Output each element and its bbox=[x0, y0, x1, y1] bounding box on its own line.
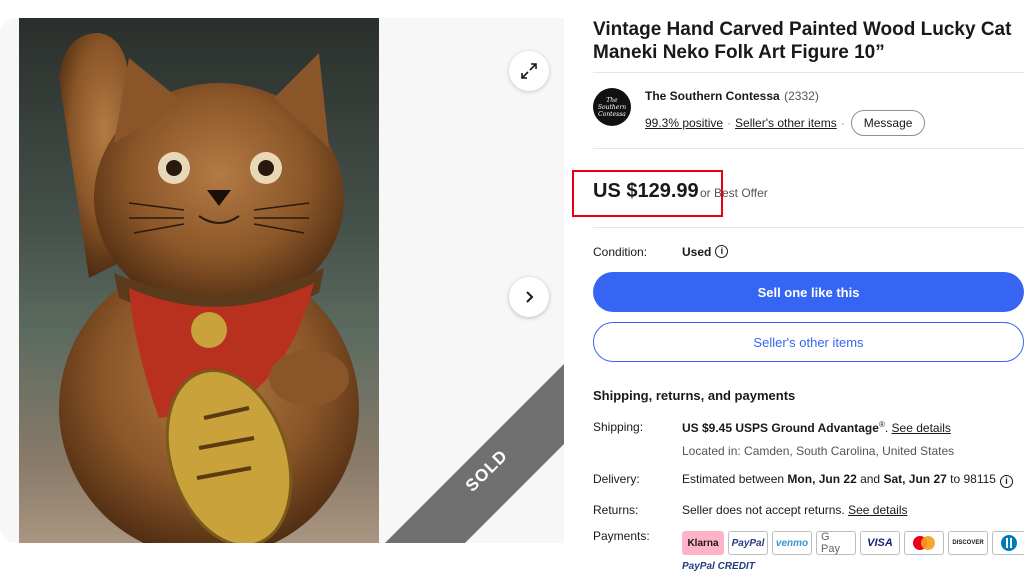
delivery-zip: to 98115 bbox=[946, 472, 996, 486]
payments-row: Payments: Klarna PayPal venmo G Pay VISA… bbox=[593, 529, 1024, 572]
returns-policy: Seller does not accept returns. bbox=[682, 503, 845, 517]
returns-label: Returns: bbox=[593, 503, 639, 517]
venmo-badge: venmo bbox=[772, 531, 812, 555]
delivery-end-date: Sat, Jun 27 bbox=[883, 472, 947, 486]
sold-label: SOLD bbox=[461, 445, 512, 496]
item-location: Located in: Camden, South Carolina, Unit… bbox=[682, 444, 955, 458]
next-image-button[interactable] bbox=[509, 277, 549, 317]
info-icon[interactable]: i bbox=[999, 475, 1013, 488]
google-pay-badge: G Pay bbox=[816, 531, 856, 555]
price-highlight-box bbox=[572, 170, 723, 217]
delivery-row: Delivery: Estimated between Mon, Jun 22 … bbox=[593, 472, 1024, 488]
sell-one-like-this-button[interactable]: Sell one like this bbox=[593, 272, 1024, 312]
condition-label: Condition: bbox=[593, 245, 648, 259]
shipping-row: Shipping: US $9.45 USPS Ground Advantage… bbox=[593, 420, 1024, 458]
lucky-cat-image bbox=[59, 33, 359, 543]
info-icon[interactable]: i bbox=[715, 245, 729, 258]
seller-card: The Southern Contessa The Southern Conte… bbox=[593, 87, 1024, 136]
seller-name[interactable]: The Southern Contessa bbox=[645, 89, 780, 103]
payments-label: Payments: bbox=[593, 529, 650, 543]
payment-methods: Klarna PayPal venmo G Pay VISA DISCOVER bbox=[682, 531, 1024, 555]
condition-row: Condition: Used i bbox=[593, 245, 1024, 259]
item-details-panel: Vintage Hand Carved Painted Wood Lucky C… bbox=[572, 18, 1024, 572]
returns-row: Returns: Seller does not accept returns.… bbox=[593, 503, 1024, 517]
discover-badge: DISCOVER bbox=[948, 531, 988, 555]
expand-icon bbox=[521, 63, 537, 79]
shipping-see-details-link[interactable]: See details bbox=[892, 421, 951, 435]
diners-icon bbox=[1001, 535, 1017, 551]
divider bbox=[593, 227, 1024, 228]
message-button[interactable]: Message bbox=[850, 110, 926, 136]
returns-see-details-link[interactable]: See details bbox=[848, 503, 907, 517]
visa-badge: VISA bbox=[860, 531, 900, 555]
divider bbox=[593, 148, 1024, 149]
feedback-count[interactable]: (2332) bbox=[784, 89, 819, 103]
mastercard-icon bbox=[913, 536, 935, 550]
separator-dot: · bbox=[727, 116, 732, 130]
delivery-and: and bbox=[856, 472, 884, 486]
shipping-label: Shipping: bbox=[593, 420, 644, 434]
delivery-prefix: Estimated between bbox=[682, 472, 788, 486]
chevron-right-icon bbox=[526, 291, 534, 303]
price-section: US $129.99 or Best Offer bbox=[572, 165, 1024, 221]
seller-other-items-link[interactable]: Seller's other items bbox=[735, 116, 837, 130]
shipping-section-title: Shipping, returns, and payments bbox=[593, 388, 796, 403]
delivery-label: Delivery: bbox=[593, 472, 640, 486]
delivery-start-date: Mon, Jun 22 bbox=[787, 472, 857, 486]
divider bbox=[593, 72, 1024, 73]
condition-value: Used bbox=[682, 245, 712, 259]
expand-button[interactable] bbox=[509, 51, 549, 91]
product-photo[interactable] bbox=[19, 18, 379, 543]
diners-badge bbox=[992, 531, 1024, 555]
separator-dot: · bbox=[840, 116, 845, 130]
item-title: Vintage Hand Carved Painted Wood Lucky C… bbox=[593, 19, 1012, 63]
mastercard-badge bbox=[904, 531, 944, 555]
positive-feedback-link[interactable]: 99.3% positive bbox=[645, 116, 723, 130]
klarna-badge: Klarna bbox=[682, 531, 724, 555]
paypal-credit-badge: PayPal CREDIT bbox=[682, 561, 755, 572]
seller-avatar[interactable]: The Southern Contessa bbox=[593, 88, 631, 126]
shipping-cost: US $9.45 USPS Ground Advantage bbox=[682, 421, 879, 435]
seller-other-items-button[interactable]: Seller's other items bbox=[593, 322, 1024, 362]
paypal-badge: PayPal bbox=[728, 531, 768, 555]
image-gallery: SOLD bbox=[0, 18, 564, 543]
shipping-period: . bbox=[884, 421, 889, 435]
